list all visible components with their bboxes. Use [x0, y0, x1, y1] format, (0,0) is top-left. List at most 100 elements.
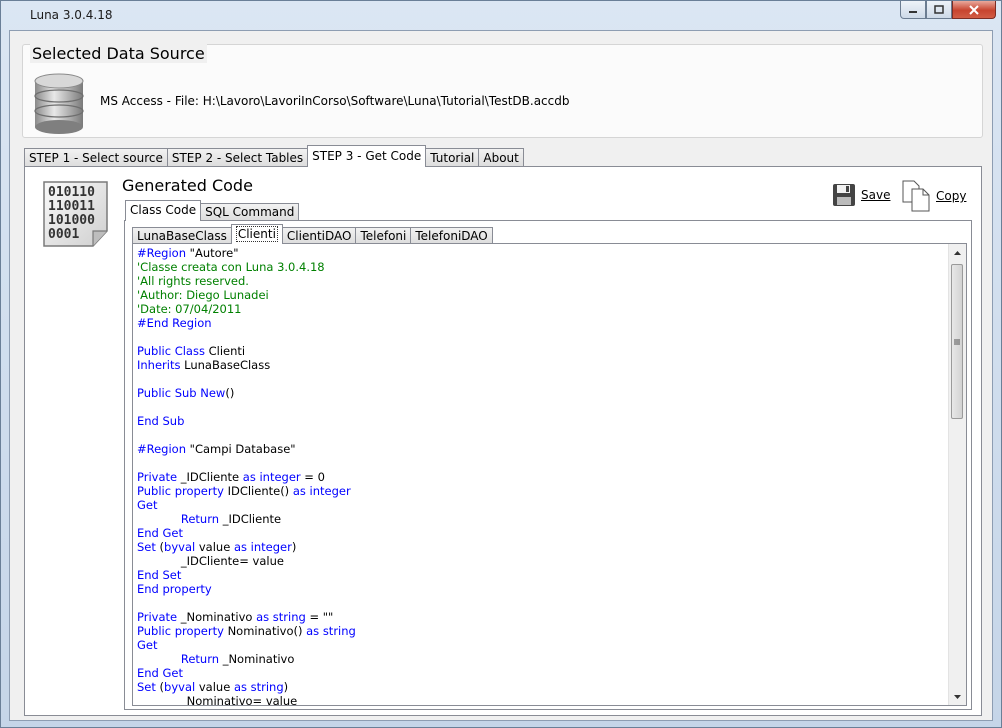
client-area: Selected Data Source MS Access - File: H…: [9, 30, 993, 721]
scroll-down-button[interactable]: [949, 688, 966, 705]
code-token: 'Date: 07/04/2011: [137, 302, 242, 316]
code-line: _IDCliente= value: [137, 554, 945, 568]
generated-code-title: Generated Code: [122, 176, 253, 195]
tab-about[interactable]: About: [478, 148, 524, 167]
code-token: as integer: [242, 470, 301, 484]
code-token: Nominativo(): [227, 624, 307, 638]
code-token: _Nominativo: [180, 610, 257, 624]
data-source-title: Selected Data Source: [30, 44, 207, 63]
code-token: Private: [137, 610, 181, 624]
code-token: byval: [164, 540, 199, 554]
tab-telefoni[interactable]: Telefoni: [355, 227, 412, 244]
code-line: Set (byval value as integer): [137, 540, 945, 554]
data-source-path: MS Access - File: H:\Lavoro\LavoriInCors…: [100, 94, 570, 108]
code-token: Public Sub New: [137, 386, 226, 400]
code-token: (): [225, 386, 235, 400]
code-token: #End Region: [137, 316, 212, 330]
save-button[interactable]: Save: [832, 183, 890, 207]
tab-tutorial[interactable]: Tutorial: [425, 148, 480, 167]
save-label: Save: [861, 188, 891, 202]
tab-clienti-label: Clienti: [235, 226, 278, 242]
code-token: "Autore": [189, 246, 239, 260]
minimize-button[interactable]: [900, 1, 926, 19]
code-token: Get: [137, 638, 158, 652]
code-token: byval: [164, 680, 199, 694]
code-line: End property: [137, 582, 945, 596]
code-token: End Set: [137, 568, 182, 582]
close-icon: [969, 4, 979, 15]
minimize-icon: [909, 10, 917, 13]
code-token: as string: [306, 624, 356, 638]
tab-step2[interactable]: STEP 2 - Select Tables: [166, 148, 309, 167]
code-editor[interactable]: #Region "Autore" 'Classe creata con Luna …: [132, 243, 967, 706]
code-text[interactable]: #Region "Autore" 'Classe creata con Luna …: [137, 246, 945, 706]
code-line: End Get: [137, 666, 945, 680]
code-token: = 0: [300, 470, 325, 484]
code-token: 'Author: Diego Lunadei: [137, 288, 269, 302]
code-token: Set: [137, 680, 160, 694]
code-line: #Region "Autore": [137, 246, 945, 260]
code-line: _Nominativo= value: [137, 694, 945, 706]
application-window: Luna 3.0.4.18 Selected Data Source MS Ac…: [0, 0, 1002, 728]
copy-button[interactable]: Copy: [901, 180, 966, 212]
binary-line-2: 110011: [48, 199, 95, 214]
code-token: = "": [305, 610, 334, 624]
code-token: Return: [180, 652, 223, 666]
code-line: Return _Nominativo: [137, 652, 945, 666]
code-token: End Get: [137, 526, 184, 540]
binary-line-1: 010110: [48, 185, 95, 200]
tab-step3[interactable]: STEP 3 - Get Code: [307, 145, 427, 167]
binary-line-4: 0001: [48, 227, 79, 242]
arrow-up-icon: [954, 250, 961, 255]
code-token: _Nominativo= value: [137, 694, 298, 706]
binary-code-icon: 010110 110011 101000 0001: [43, 181, 108, 247]
code-line: Get: [137, 638, 945, 652]
luna-app-icon: [13, 8, 20, 21]
code-token: _Nominativo: [222, 652, 295, 666]
tab-clienti[interactable]: Clienti: [230, 224, 283, 244]
code-line: 'Date: 07/04/2011: [137, 302, 945, 316]
tab-class-code[interactable]: Class Code: [125, 200, 202, 221]
code-line: Private _IDCliente as integer = 0: [137, 470, 945, 484]
code-token: #Region: [137, 246, 190, 260]
vertical-scrollbar[interactable]: [948, 244, 966, 705]
code-token: as integer: [292, 484, 351, 498]
tab-telefonidao[interactable]: TelefoniDAO: [410, 227, 493, 244]
scroll-thumb[interactable]: [951, 264, 963, 419]
tab-clientidao[interactable]: ClientiDAO: [281, 227, 357, 244]
code-line: Return _IDCliente: [137, 512, 945, 526]
get-code-panel: 010110 110011 101000 0001 Generated Code…: [24, 166, 982, 716]
maximize-button[interactable]: [926, 1, 952, 19]
arrow-down-icon: [954, 694, 961, 699]
main-tabstrip: STEP 1 - Select source STEP 2 - Select T…: [24, 145, 524, 167]
code-line: End Set: [137, 568, 945, 582]
code-line: Public property IDCliente() as integer: [137, 484, 945, 498]
code-token: End Get: [137, 666, 184, 680]
code-line: End Get: [137, 526, 945, 540]
title-bar[interactable]: Luna 3.0.4.18: [1, 1, 1001, 27]
code-line: #End Region: [137, 316, 945, 330]
tab-lunabaseclass[interactable]: LunaBaseClass: [132, 227, 232, 244]
scroll-up-button[interactable]: [949, 244, 966, 261]
code-token: #Region: [137, 442, 190, 456]
window-title: Luna 3.0.4.18: [30, 8, 113, 22]
code-token: Public property: [137, 484, 228, 498]
code-token: as string: [233, 680, 284, 694]
code-line: End Sub: [137, 414, 945, 428]
close-button[interactable]: [952, 1, 996, 19]
class-tabstrip: LunaBaseClass Clienti ClientiDAO Telefon…: [132, 224, 493, 244]
tab-sql-command[interactable]: SQL Command: [200, 203, 300, 221]
code-type-tabstrip: Class Code SQL Command: [125, 200, 300, 221]
copy-pages-icon: [902, 180, 930, 212]
code-line: Get: [137, 498, 945, 512]
code-token: _IDCliente= value: [137, 554, 284, 568]
code-token: ): [283, 680, 289, 694]
database-icon: [34, 73, 84, 134]
grip-icon: [954, 339, 960, 344]
tab-step1[interactable]: STEP 1 - Select source: [24, 148, 168, 167]
code-token: Return: [180, 512, 223, 526]
